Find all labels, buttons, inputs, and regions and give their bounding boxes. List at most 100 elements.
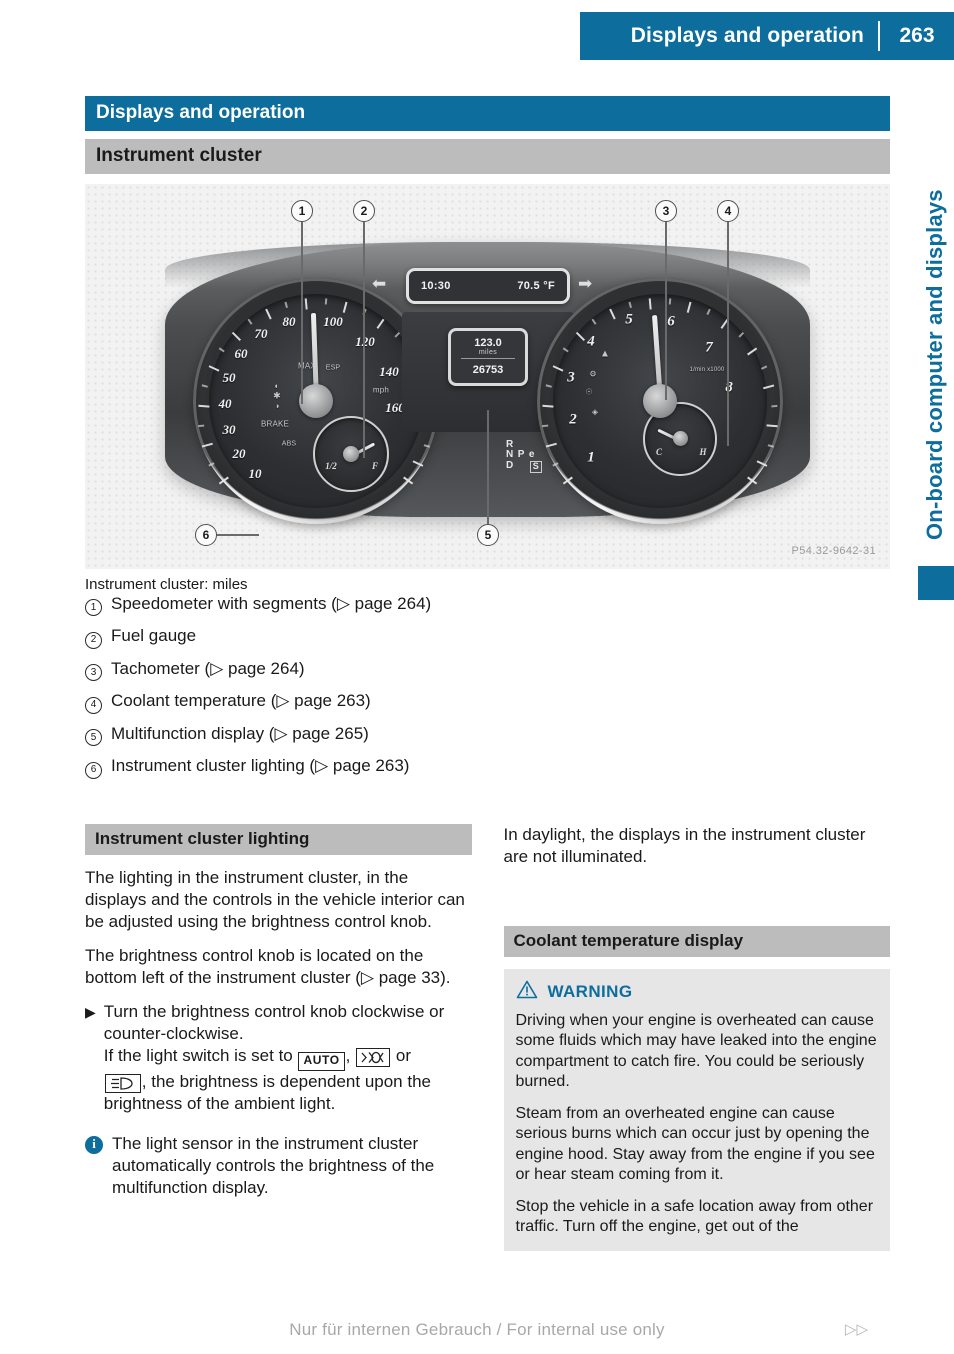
legend-item-4: 4 Coolant temperature (▷ page 263) (85, 692, 890, 714)
chapter-thumb-tab-marker (918, 566, 954, 600)
step-text-1: Turn the brightness control knob clockwi… (103, 1002, 445, 1044)
tachometer-tick-7: 7 (705, 339, 713, 356)
callout-2-leader (363, 221, 365, 458)
speedometer-tick-140: 140 (379, 363, 399, 379)
speedometer-tick-20: 20 (232, 445, 246, 461)
footer-continuation-marker: ▷▷ (844, 1321, 868, 1338)
high-beam-telltale-icon: ◑ (274, 401, 280, 411)
low-beam-telltale-icon: ◐ (274, 381, 280, 391)
instrument-cluster-figure: 10 20 30 40 50 60 70 80 100 120 140 160 … (85, 183, 890, 569)
legend-number-4: 4 (85, 696, 102, 714)
callout-1-leader (301, 221, 303, 404)
callout-6-leader (217, 533, 259, 536)
running-head-divider (878, 21, 880, 51)
right-turn-indicator-icon: ➡ (578, 273, 593, 293)
callout-4-badge: 4 (717, 199, 739, 222)
gear-letter-e: e (528, 449, 535, 461)
figure-caption: Instrument cluster: miles (85, 575, 248, 593)
speedometer-tick-40: 40 (218, 395, 232, 411)
airbag-telltale-icon: ☉ (585, 387, 593, 397)
page-footer: Nur für internen Gebrauch / For internal… (0, 1320, 954, 1340)
callout-3-badge: 3 (655, 199, 677, 222)
legend-text-3: Tachometer (▷ page 264) (111, 658, 305, 678)
gear-selector-indicator: R N P e D S (506, 439, 543, 474)
left-turn-indicator-icon: ⬅ (372, 273, 387, 293)
figure-reference-code: P54.32-9642-31 (791, 544, 876, 557)
legend-number-6: 6 (85, 761, 102, 779)
daylight-paragraph: In daylight, the displays in the instrum… (503, 824, 866, 866)
section-title-bar: Instrument cluster (85, 138, 890, 174)
coolant-hot-label: H (699, 446, 707, 457)
lighting-paragraph-2: The brightness control knob is located o… (85, 945, 451, 988)
lighting-paragraph-1: The lighting in the instrument cluster, … (85, 867, 465, 931)
left-column: Instrument cluster lighting The lighting… (85, 823, 472, 1251)
multifunction-display: 123.0 miles 26753 (448, 327, 528, 386)
legend-item-3: 3 Tachometer (▷ page 264) (85, 658, 890, 682)
speedometer-tick-100: 100 (323, 313, 343, 329)
callout-4-leader (727, 221, 729, 446)
light-sensor-note-text: The light sensor in the instrument clust… (112, 1133, 435, 1198)
coolant-cold-label: C (655, 446, 663, 457)
speedometer-tick-70: 70 (254, 325, 268, 341)
right-column: In daylight, the displays in the instrum… (503, 824, 890, 1251)
coolant-temperature-hub (672, 431, 688, 447)
legend-text-2: Fuel gauge (111, 626, 197, 646)
glow-plug-telltale-icon: ✱ (273, 390, 281, 401)
light-sensor-note: i The light sensor in the instrument clu… (85, 1133, 472, 1199)
gear-letter-p: P (517, 449, 525, 461)
step-text-2d: , the brightness is dependent upon the b… (103, 1071, 431, 1113)
tachometer-unit-label: 1/min x1000 (689, 366, 725, 373)
page-number: 263 (899, 24, 935, 47)
legend-number-3: 3 (85, 664, 102, 682)
telltale-esp: ESP (325, 364, 341, 372)
chapter-thumb-tab: On-board computer and displays (900, 100, 954, 600)
tachometer-tick-5: 5 (625, 311, 633, 328)
info-icon: i (85, 1135, 103, 1154)
tachometer-hub (643, 383, 677, 418)
fuel-gauge-full-label: F (371, 460, 379, 471)
speedometer-tick-30: 30 (222, 421, 236, 437)
fuel-reserve-telltale-icon: ▲ (599, 348, 611, 360)
step-text-2b: , (345, 1046, 351, 1066)
speedometer-tick-120: 120 (355, 333, 375, 349)
speedometer-tick-50: 50 (222, 369, 236, 385)
lighting-step: ▶ Turn the brightness control knob clock… (85, 1001, 472, 1115)
low-beam-light-switch-icon (104, 1073, 141, 1093)
callout-2-badge: 2 (353, 199, 375, 222)
legend-number-2: 2 (85, 631, 102, 649)
warning-paragraph-1: Driving when your engine is overheated c… (515, 1011, 877, 1091)
legend-text-5: Multifunction display (▷ page 265) (111, 723, 369, 743)
warning-paragraph-2: Steam from an overheated engine can caus… (515, 1104, 875, 1184)
callout-6-badge: 6 (195, 523, 217, 546)
callout-3-leader (665, 221, 667, 400)
running-head: Displays and operation 263 (580, 12, 954, 60)
telltale-abs: ABS (281, 440, 297, 448)
tachometer-dial: 1 2 3 4 5 6 7 8 1/min x1000 ▲ ⚙ ☉ ◈ C H (537, 277, 783, 524)
fuel-gauge-subdial: 1/2 F (313, 415, 389, 492)
callout-1-badge: 1 (291, 199, 313, 222)
telltale-brake: BRAKE (260, 419, 290, 429)
figure-legend: 1 Speedometer with segments (▷ page 264)… (85, 595, 890, 779)
tachometer-tick-3: 3 (567, 369, 575, 386)
legend-number-1: 1 (85, 599, 102, 617)
legend-item-6: 6 Instrument cluster lighting (▷ page 26… (85, 757, 890, 779)
trip-odometer-unit: miles (478, 349, 498, 357)
speedometer-unit-label: mph (372, 385, 390, 395)
legend-item-5: 5 Multifunction display (▷ page 265) (85, 723, 890, 747)
gear-mode-box: S (529, 461, 543, 474)
clock-value: 10:30 (421, 279, 451, 292)
speedometer-hub (299, 383, 333, 418)
callout-5-leader (487, 409, 489, 524)
seatbelt-telltale-icon: ⚙ (589, 369, 597, 379)
legend-item-1: 1 Speedometer with segments (▷ page 264) (85, 595, 890, 617)
fuel-gauge-hub (343, 445, 359, 462)
auto-light-switch-icon: AUTO (298, 1051, 345, 1071)
warning-label: WARNING (547, 981, 633, 1001)
speedometer-tick-80: 80 (282, 313, 296, 329)
parking-light-switch-icon (356, 1048, 391, 1068)
callout-5-badge: 5 (477, 523, 499, 546)
warning-paragraph-3: Stop the vehicle in a safe location away… (515, 1197, 874, 1236)
speedometer-tick-10: 10 (248, 465, 262, 481)
step-text-2c: or (395, 1046, 411, 1066)
page-content: Displays and operation Instrument cluste… (85, 96, 890, 1251)
